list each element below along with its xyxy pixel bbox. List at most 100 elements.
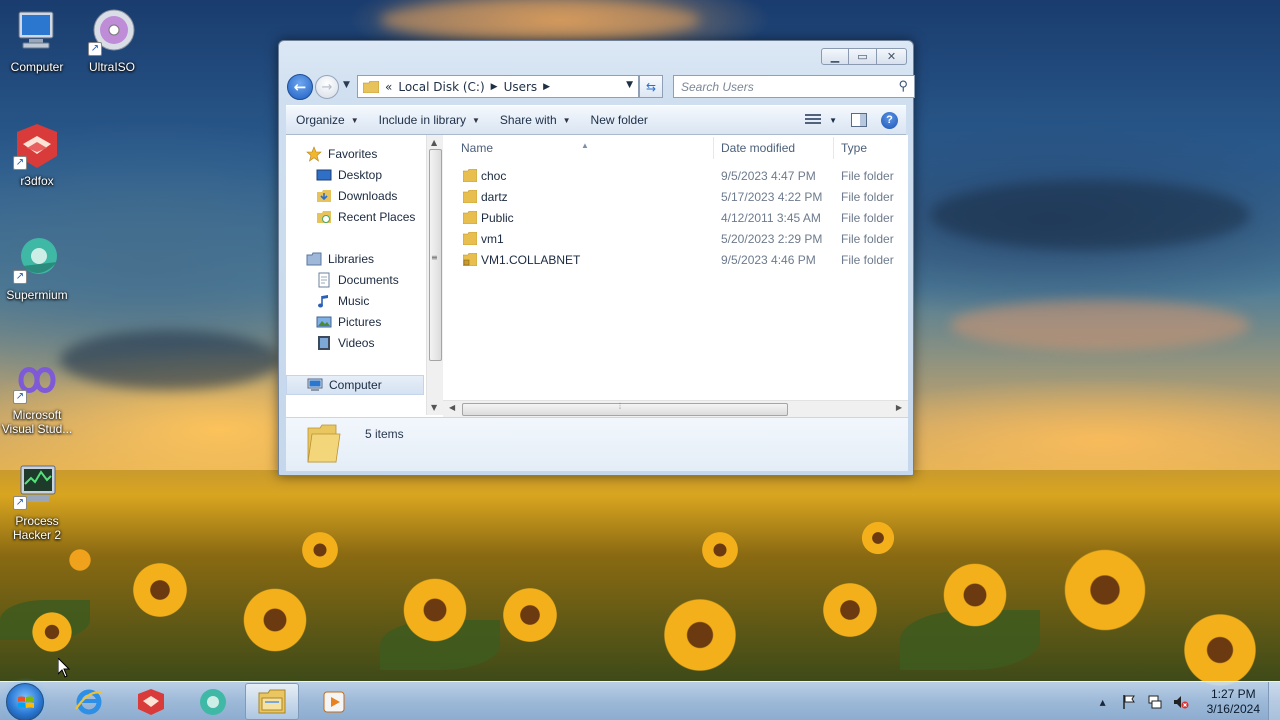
desktop-icon-visual-studio[interactable]: ↗ Microsoft Visual Stud...	[0, 356, 74, 436]
sunflower	[1180, 610, 1260, 690]
back-button[interactable]: ←	[287, 74, 313, 100]
taskbar-internet-explorer[interactable]	[62, 683, 116, 720]
mouse-cursor-icon	[58, 658, 70, 678]
desktop-icon-label: Computer	[10, 60, 64, 74]
file-type: File folder	[841, 211, 894, 225]
desktop-icon-r3dfox[interactable]: ↗ r3dfox	[0, 122, 74, 188]
forward-button[interactable]: →	[315, 75, 339, 99]
file-row[interactable]: choc 9/5/2023 4:47 PM File folder	[443, 166, 908, 187]
desktop-icon-computer[interactable]: Computer	[0, 8, 74, 74]
desktop-icon-ultraiso[interactable]: ↗ UltraISO	[75, 8, 149, 74]
file-type: File folder	[841, 190, 894, 204]
nav-desktop-label: Desktop	[338, 168, 383, 182]
nav-music[interactable]: Music	[316, 291, 369, 311]
change-view-button[interactable]: ▼	[805, 114, 837, 126]
recent-pages-button[interactable]: ▼	[343, 80, 350, 90]
column-type[interactable]: Type	[841, 141, 867, 155]
refresh-button[interactable]: ⇆	[639, 75, 663, 98]
shortcut-arrow-icon: ↗	[88, 42, 102, 56]
start-button[interactable]	[6, 683, 44, 720]
clock-date: 3/16/2024	[1206, 701, 1260, 716]
file-row[interactable]: vm1 5/20/2023 2:29 PM File folder	[443, 229, 908, 250]
column-divider[interactable]	[833, 137, 834, 159]
taskbar-windows-explorer[interactable]	[245, 683, 299, 720]
supermium-icon	[200, 688, 226, 715]
taskbar-r3dfox[interactable]	[124, 683, 178, 720]
sunflower	[240, 585, 310, 655]
sunflower	[1060, 545, 1150, 635]
show-desktop-button[interactable]	[1268, 682, 1280, 720]
breadcrumb-users[interactable]: Users	[504, 80, 538, 94]
explorer-window[interactable]: ▁ ▭ ✕ ← → ▼ « Local Disk (C:) ▶ Users ▶ …	[278, 40, 915, 476]
taskbar-media-player[interactable]	[307, 683, 361, 720]
scroll-right-icon[interactable]: ▶	[896, 403, 902, 412]
desktop-icon-label: Supermium	[6, 288, 68, 302]
scroll-up-icon[interactable]: ▲	[431, 138, 437, 147]
forward-arrow-icon: →	[321, 79, 333, 95]
clock-time: 1:27 PM	[1210, 686, 1256, 701]
breadcrumb-arrow-icon[interactable]: ▶	[543, 82, 550, 92]
nav-videos[interactable]: Videos	[316, 333, 374, 353]
nav-computer[interactable]: Computer	[286, 375, 424, 395]
computer-icon	[307, 377, 323, 393]
search-icon[interactable]: ⚲	[898, 78, 908, 94]
breadcrumb-overflow[interactable]: «	[385, 80, 392, 94]
file-row[interactable]: dartz 5/17/2023 4:22 PM File folder	[443, 187, 908, 208]
network-icon[interactable]	[1147, 694, 1163, 710]
show-hidden-icons-icon[interactable]: ▴	[1095, 694, 1111, 710]
file-list: ▲ Name Date modified Type choc 9/5/2023 …	[443, 135, 908, 415]
nav-recent-places[interactable]: Recent Places	[316, 207, 415, 227]
volume-muted-icon[interactable]	[1173, 694, 1189, 710]
pictures-icon	[316, 314, 332, 330]
search-input[interactable]: Search Users ⚲	[673, 75, 915, 98]
scroll-down-icon[interactable]: ▼	[431, 403, 437, 412]
documents-icon	[316, 272, 332, 288]
preview-pane-icon[interactable]	[851, 113, 867, 127]
chevron-down-icon: ▼	[350, 115, 359, 125]
star-icon	[306, 146, 322, 162]
address-dropdown-icon[interactable]: ▼	[626, 80, 633, 90]
include-in-library-button[interactable]: Include in library ▼	[369, 106, 490, 134]
column-divider[interactable]	[713, 137, 714, 159]
breadcrumb-arrow-icon[interactable]: ▶	[491, 82, 498, 92]
file-name: dartz	[481, 190, 508, 204]
help-icon[interactable]: ?	[881, 111, 898, 129]
scrollbar-thumb[interactable]	[462, 403, 788, 416]
desktop-icon-process-hacker[interactable]: ↗ Process Hacker 2	[0, 462, 74, 542]
taskbar-supermium[interactable]	[186, 683, 240, 720]
include-in-library-label: Include in library	[378, 113, 466, 127]
nav-favorites[interactable]: Favorites	[306, 144, 377, 164]
minimize-icon: ▁	[830, 50, 840, 63]
windows-logo-icon	[18, 696, 34, 708]
minimize-button[interactable]: ▁	[821, 48, 849, 65]
new-folder-button[interactable]: New folder	[581, 106, 658, 134]
action-center-flag-icon[interactable]	[1121, 694, 1137, 710]
address-bar[interactable]: « Local Disk (C:) ▶ Users ▶ ▼	[357, 75, 639, 98]
file-date: 9/5/2023 4:47 PM	[721, 169, 816, 183]
nav-libraries[interactable]: Libraries	[306, 249, 374, 269]
close-button[interactable]: ✕	[877, 48, 907, 65]
scroll-left-icon[interactable]: ◀	[449, 403, 455, 412]
navigation-pane-scrollbar[interactable]: ▲ ≡ ▼	[426, 135, 443, 415]
desktop-icon-supermium[interactable]: ↗ Supermium	[0, 236, 74, 302]
organize-button[interactable]: Organize ▼	[286, 106, 369, 134]
nav-desktop[interactable]: Desktop	[316, 165, 382, 185]
nav-downloads[interactable]: Downloads	[316, 186, 397, 206]
cloud	[60, 330, 280, 390]
nav-pictures[interactable]: Pictures	[316, 312, 381, 332]
file-name: VM1.COLLABNET	[481, 253, 581, 267]
clock[interactable]: 1:27 PM 3/16/2024	[1207, 687, 1260, 717]
share-with-button[interactable]: Share with ▼	[490, 106, 581, 134]
shortcut-arrow-icon: ↗	[13, 496, 27, 510]
column-name[interactable]: Name	[461, 141, 493, 155]
breadcrumb-local-disk[interactable]: Local Disk (C:)	[398, 80, 484, 94]
file-row[interactable]: VM1.COLLABNET 9/5/2023 4:46 PM File fold…	[443, 250, 908, 271]
file-explorer-icon	[258, 689, 286, 713]
maximize-button[interactable]: ▭	[849, 48, 877, 65]
file-list-scrollbar[interactable]: ◀ ⦙ ▶	[443, 400, 908, 417]
nav-documents[interactable]: Documents	[316, 270, 399, 290]
column-date-modified[interactable]: Date modified	[721, 141, 795, 155]
file-row[interactable]: Public 4/12/2011 3:45 AM File folder	[443, 208, 908, 229]
scroll-grip-icon: ≡	[431, 253, 438, 262]
desktop-icon	[316, 167, 332, 183]
